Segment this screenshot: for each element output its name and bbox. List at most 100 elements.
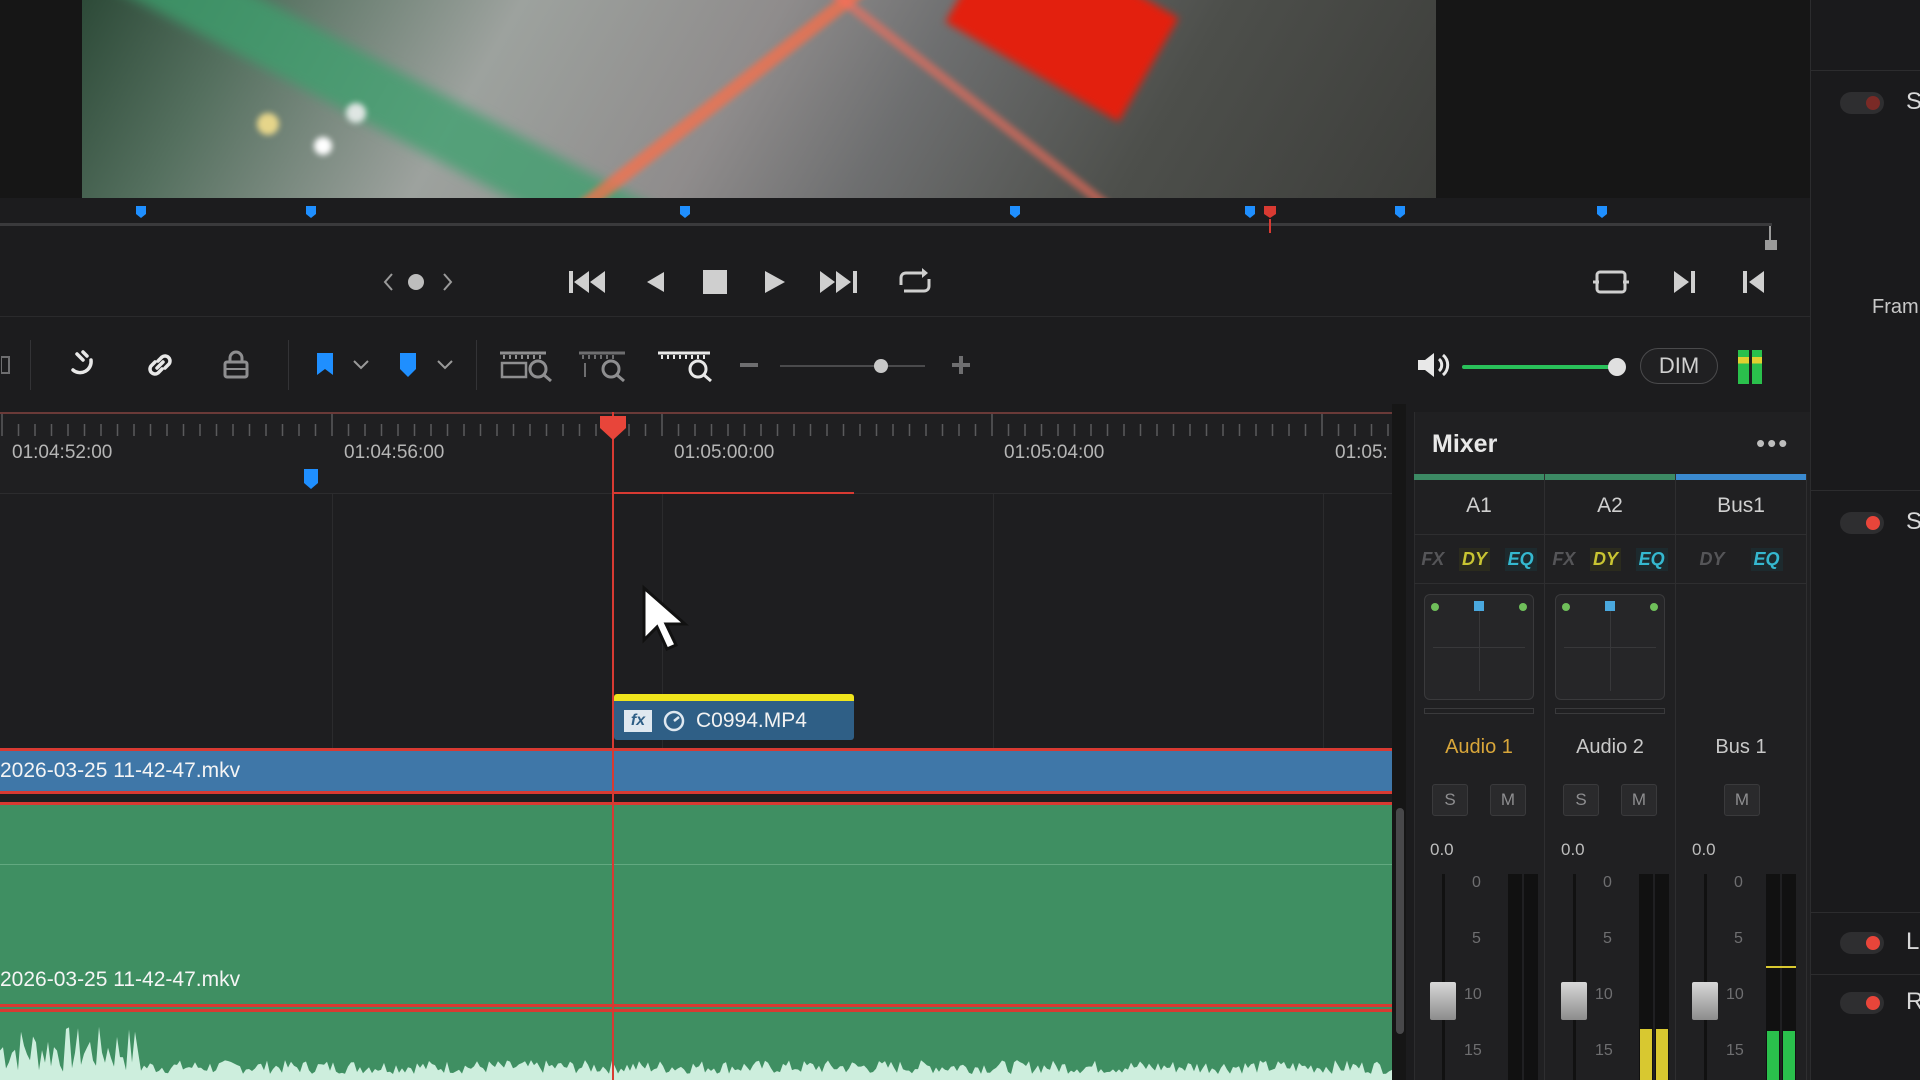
solo-button[interactable]: S <box>1563 784 1599 816</box>
fx-button[interactable]: FX <box>1421 549 1444 570</box>
scrub-marker-icon[interactable] <box>305 205 317 219</box>
pan-control[interactable] <box>1555 594 1665 700</box>
solo-button[interactable]: S <box>1432 784 1468 816</box>
level-meter <box>1655 874 1669 1080</box>
video-clip-c0994[interactable]: fx C0994.MP4 <box>614 694 854 740</box>
dynamics-button[interactable]: DY <box>1589 547 1621 571</box>
ruler-timecode: 01:04:52:00 <box>12 442 113 463</box>
ruler-timecode: 01:05:00:00 <box>674 442 775 463</box>
mute-button[interactable]: M <box>1490 784 1526 816</box>
scrub-bar[interactable] <box>0 223 1772 226</box>
channel-color-bar <box>1676 474 1806 480</box>
scrub-marker-icon[interactable] <box>1009 205 1021 219</box>
zoom-slider-handle[interactable] <box>874 359 888 373</box>
scrub-end-handle-icon[interactable] <box>1764 226 1778 252</box>
scrub-playhead-line <box>1269 219 1271 233</box>
fader-track[interactable] <box>1704 874 1707 1080</box>
flag-dropdown-chevron-down-icon[interactable] <box>350 345 372 385</box>
link-icon[interactable] <box>140 345 180 385</box>
scrub-marker-icon[interactable] <box>679 205 691 219</box>
zoom-out-minus-icon[interactable] <box>738 345 760 385</box>
dim-button[interactable]: DIM <box>1640 348 1718 384</box>
timeline-panel[interactable]: 01:04:52:00 01:04:56:00 01:05:00:00 01:0… <box>0 412 1392 1080</box>
timeline-marker-icon[interactable] <box>303 468 319 490</box>
mute-button[interactable]: M <box>1621 784 1657 816</box>
timeline-scrollbar-thumb[interactable] <box>1396 808 1404 1034</box>
mute-button[interactable]: M <box>1724 784 1760 816</box>
viewer-frame[interactable] <box>82 0 1436 198</box>
reverse-play-icon[interactable] <box>640 265 670 299</box>
go-to-start-icon[interactable] <box>565 265 609 299</box>
next-nav-icon[interactable] <box>436 265 460 299</box>
mixer-channel-a1: A1 FX DY EQ Audio 1 S M 0.0 0 5 10 15 <box>1414 474 1545 1080</box>
inspector-label: L <box>1906 928 1920 955</box>
fit-frame-icon[interactable] <box>1590 265 1632 299</box>
gain-value: 0.0 <box>1692 840 1716 859</box>
dynamics-button[interactable]: DY <box>1458 547 1490 571</box>
toolbar-divider <box>0 316 1810 317</box>
fader-track[interactable] <box>1573 874 1576 1080</box>
stop-icon[interactable] <box>700 265 730 299</box>
zoom-in-plus-icon[interactable] <box>950 345 972 385</box>
toggle-switch[interactable] <box>1840 92 1884 114</box>
position-lock-icon[interactable] <box>216 345 256 385</box>
go-to-end-icon[interactable] <box>816 265 862 299</box>
audio-meter-icon[interactable] <box>1738 350 1762 384</box>
toggle-switch[interactable] <box>1840 932 1884 954</box>
video-track-clip[interactable]: 2026-03-25 11-42-47.mkv <box>0 748 1392 794</box>
scrub-marker-icon[interactable] <box>1394 205 1406 219</box>
eq-button[interactable]: EQ <box>1750 547 1783 571</box>
prev-edit-icon[interactable] <box>1738 265 1770 299</box>
loop-icon[interactable] <box>892 265 938 299</box>
pan-bar <box>1555 708 1665 714</box>
fader-handle[interactable] <box>1561 982 1587 1020</box>
toggle-switch[interactable] <box>1840 512 1884 534</box>
playhead-handle-icon[interactable] <box>598 414 628 442</box>
dynamics-button[interactable]: DY <box>1699 549 1724 570</box>
grid-line <box>1323 494 1324 754</box>
scale-label: 0 <box>1734 874 1743 891</box>
fader-track[interactable] <box>1442 874 1445 1080</box>
fader-handle[interactable] <box>1430 982 1456 1020</box>
volume-slider-track[interactable] <box>1462 365 1620 369</box>
playhead-line[interactable] <box>612 412 614 1080</box>
custom-zoom-icon[interactable] <box>654 345 716 385</box>
timeline-ruler[interactable]: 01:04:52:00 01:04:56:00 01:05:00:00 01:0… <box>0 412 1392 494</box>
fx-button[interactable]: FX <box>1552 549 1575 570</box>
panel-divider <box>1810 974 1920 975</box>
flag-icon[interactable] <box>312 345 338 385</box>
snapping-icon[interactable] <box>0 345 12 385</box>
pan-control[interactable] <box>1424 594 1534 700</box>
gain-value: 0.0 <box>1561 840 1585 859</box>
scrub-playhead-icon[interactable] <box>1263 205 1277 219</box>
prev-nav-icon[interactable] <box>376 265 400 299</box>
play-icon[interactable] <box>760 265 790 299</box>
scale-label: 5 <box>1472 930 1481 947</box>
speaker-volume-icon[interactable] <box>1414 345 1454 385</box>
next-edit-icon[interactable] <box>1668 265 1700 299</box>
zoom-slider-track[interactable] <box>780 365 925 367</box>
magnet-snap-icon[interactable] <box>62 345 102 385</box>
volume-slider-handle[interactable] <box>1608 358 1626 376</box>
scrub-marker-icon[interactable] <box>1596 205 1608 219</box>
marker-dropdown-chevron-down-icon[interactable] <box>434 345 456 385</box>
pan-bar <box>1424 708 1534 714</box>
eq-button[interactable]: EQ <box>1504 547 1537 571</box>
render-range-line <box>614 492 854 494</box>
nav-dot-icon[interactable] <box>404 265 428 299</box>
detail-zoom-icon[interactable] <box>576 345 636 385</box>
inspector-label: S <box>1906 88 1920 115</box>
fader-handle[interactable] <box>1692 982 1718 1020</box>
toggle-switch[interactable] <box>1840 992 1884 1014</box>
viewer-image-spots <box>202 80 422 190</box>
scrub-marker-icon[interactable] <box>135 205 147 219</box>
panel-divider <box>1810 912 1920 913</box>
level-meter <box>1782 874 1796 1080</box>
gain-value: 0.0 <box>1430 840 1454 859</box>
mixer-options-icon[interactable]: ••• <box>1756 428 1796 458</box>
peak-hold-line <box>1766 966 1796 968</box>
full-extent-zoom-icon[interactable] <box>496 345 558 385</box>
eq-button[interactable]: EQ <box>1635 547 1668 571</box>
marker-icon[interactable] <box>396 345 420 385</box>
scrub-marker-icon[interactable] <box>1244 205 1256 219</box>
